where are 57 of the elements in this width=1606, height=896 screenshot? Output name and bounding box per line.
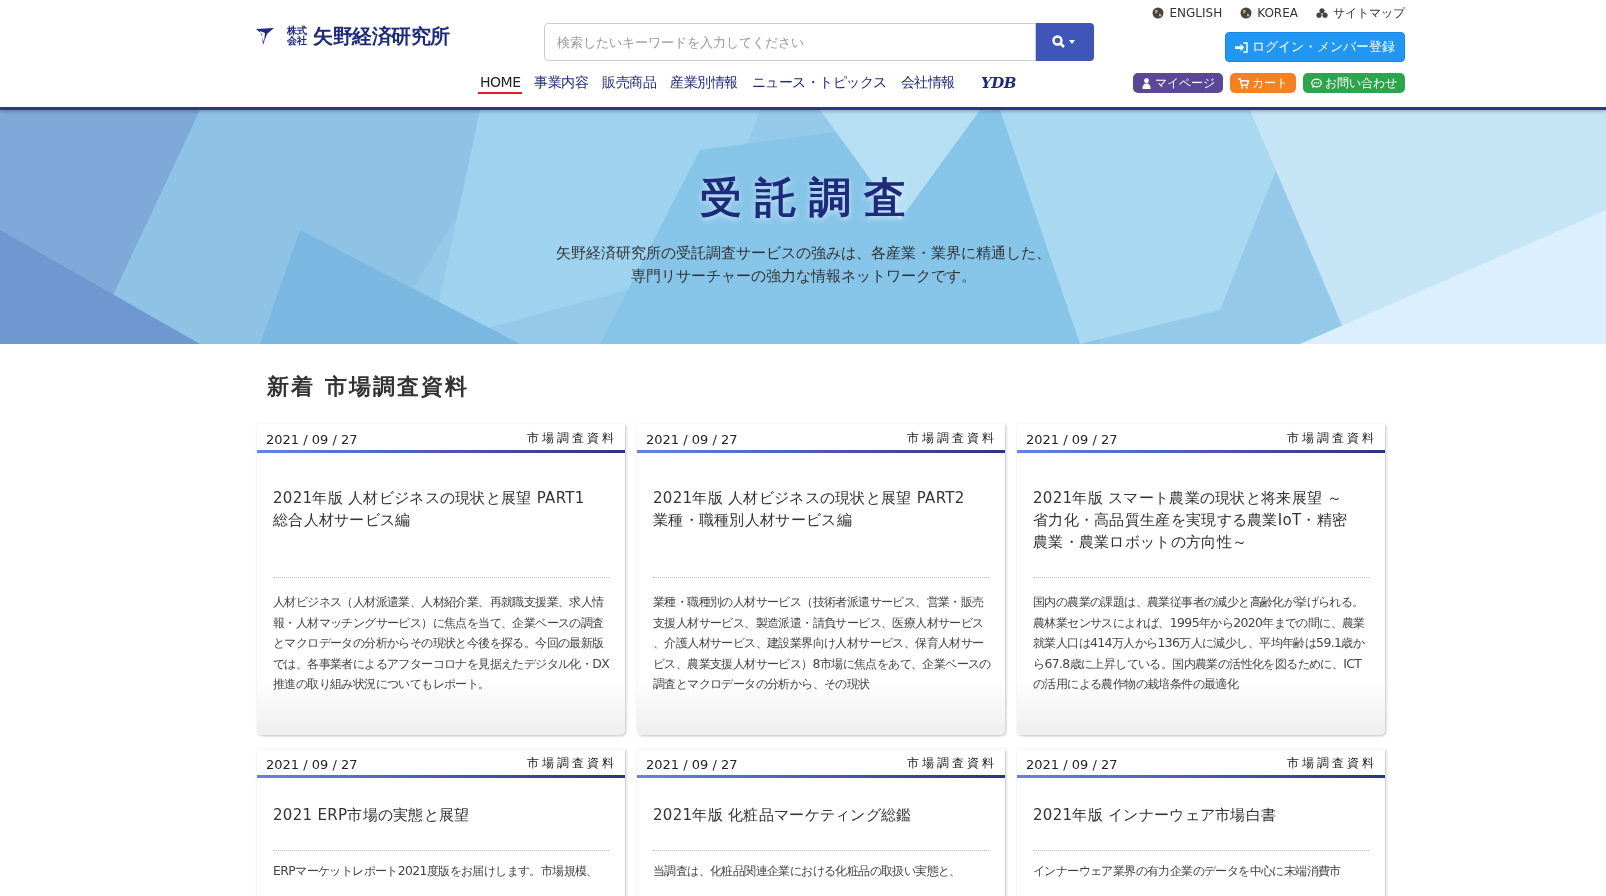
card-date: 2021 / 09 / 27 [1026, 757, 1118, 774]
card-date: 2021 / 09 / 27 [646, 432, 738, 449]
card-description: 業種・職種別の人材サービス（技術者派遣サービス、営業・販売支援人材サービス、製造派遣・請負サービス、医療人材サービス、介護人材サービス、建設業界向け人材サービス、保育人材サービス、農業支援人材サービス）8市場に焦点をあて、企業ベースの調査とマクロデータの分析から、その現状 [653, 593, 991, 693]
search-field[interactable]: 検索したいキーワードを入力してください [544, 23, 1036, 61]
report-card[interactable]: 2021 / 09 / 27 市場調査資料 2021 ERP市場の実態と展望 ERPマーケットレポート2021度版をお届けします。市場規模、 [257, 749, 625, 896]
cart-icon [1238, 77, 1249, 89]
globe-icon [1152, 7, 1165, 19]
search-icon [1052, 35, 1078, 49]
hero-description: 矢野経済研究所の受託調査サービスの強みは、各産業・業界に精通した、 専門リサーチャーの強力な情報ネットワークです。 [554, 244, 1052, 286]
card-title[interactable]: 2021年版 化粧品マーケティング総鑑 [653, 804, 989, 851]
search-button[interactable] [1036, 23, 1094, 61]
card-date: 2021 / 09 / 27 [646, 757, 738, 774]
card-description: ERPマーケットレポート2021度版をお届けします。市場規模、 [273, 862, 599, 880]
hero-title: 受託調査 [699, 172, 920, 224]
card-date: 2021 / 09 / 27 [1026, 432, 1118, 449]
sign-in-icon [1235, 41, 1248, 53]
logo-prefix: 株式会社 [287, 26, 307, 46]
nav-link[interactable]: 事業内容 [532, 72, 591, 94]
card-description: 国内の農業の課題は、農業従事者の減少と高齢化が挙げられる。農林業センサスによれば、1995年から2020年までの間に、農業就業人口は414万人から136万人に減少し、平均年齢は59.1歳から67.8歳に上昇している。国内農業の活性化を図るために、ICTの活用による農作物の栽培条件の最適化 [1033, 593, 1366, 693]
logo-name[interactable]: 矢野経済研究所 [313, 22, 450, 50]
top-link[interactable]: サイトマップ [1316, 3, 1405, 23]
card-category: 市場調査資料 [1287, 755, 1377, 772]
member-button[interactable]: マイページ [1133, 73, 1223, 93]
card-date: 2021 / 09 / 27 [266, 432, 358, 449]
report-card[interactable]: 2021 / 09 / 27 市場調査資料 2021年版 インナーウェア市場白書 インナーウェア業界の有力企業のデータを中心に末端消費市 [1017, 749, 1385, 896]
card-description: インナーウェア業界の有力企業のデータを中心に末端消費市 [1033, 862, 1342, 880]
section-title: 新着 市場調査資料 [267, 373, 470, 401]
nav-link[interactable]: YDB [979, 72, 1018, 94]
card-category: 市場調査資料 [527, 430, 617, 447]
card-title[interactable]: 2021年版 人材ビジネスの現状と展望 PART1 総合人材サービス編 [273, 487, 609, 578]
card-description: 当調査は、化粧品関連企業における化粧品の取扱い実態と、 [653, 862, 962, 880]
report-card[interactable] [1017, 424, 1385, 735]
card-description: 人材ビジネス（人材派遣業、人材紹介業、再就職支援業、求人情報・人材マッチングサービス）に焦点を当て、企業ベースの調査とマクロデータの分析からその現状と今後を探る。今回の最新版では、各事業者によるアフターコロナを見据えたデジタル化・DX推進の取り組み状況についてもレポート。 [273, 593, 611, 693]
card-title[interactable]: 2021年版 スマート農業の現状と将来展望 ～ 省力化・高品質生産を実現する農業IoT・精密 農業・農業ロボットの方向性～ [1033, 487, 1369, 578]
card-title[interactable]: 2021年版 インナーウェア市場白書 [1033, 804, 1369, 851]
report-card[interactable]: 2021 / 09 / 27 市場調査資料 2021年版 人材ビジネスの現状と展望 PART1 総合人材サービス編 人材ビジネス（人材派遣業、人材紹介業、再就職支援業、求人情報・人材マッチングサービス）に焦点を当て、企業ベースの調査とマクロデータの分析からその現状と今後を探る。今回の最新版では、各事業者によるアフターコロナを見据えたデジタル化・DX推進の取り組み状況についてもレポート。 [257, 424, 625, 735]
logo-mark-icon [255, 26, 275, 46]
card-date: 2021 / 09 / 27 [266, 757, 358, 774]
nav-link[interactable]: 産業別情報 [668, 72, 740, 94]
globe-icon [1240, 7, 1253, 19]
nav-link[interactable]: 会社情報 [899, 72, 957, 94]
chat-icon [1311, 77, 1322, 89]
card-title[interactable]: 2021年版 人材ビジネスの現状と展望 PART2 業種・職種別人材サービス編 [653, 487, 989, 578]
report-card[interactable]: 2021 / 09 / 27 市場調査資料 2021年版 化粧品マーケティング総鑑 当調査は、化粧品関連企業における化粧品の取扱い実態と、 [637, 749, 1005, 896]
user-icon [1141, 77, 1152, 89]
nav-link[interactable]: HOME [478, 72, 523, 94]
nav-link[interactable]: 販売商品 [600, 72, 659, 94]
card-category: 市場調査資料 [1287, 430, 1377, 447]
top-link[interactable]: KOREA [1240, 3, 1298, 23]
card-category: 市場調査資料 [907, 755, 997, 772]
nav-link[interactable]: ニュース・トピックス [750, 72, 889, 94]
card-category: 市場調査資料 [527, 755, 617, 772]
top-link[interactable]: ENGLISH [1152, 3, 1223, 23]
report-card[interactable]: 2021 / 09 / 27 市場調査資料 2021年版 人材ビジネスの現状と展望 PART2 業種・職種別人材サービス編 業種・職種別の人材サービス（技術者派遣サービス、営業・販売支援人材サービス、製造派遣・請負サービス、医療人材サービス、介護人材サービス、建設業界向け人材サービス、保育人材サービス、農業支援人材サービス）8市場に焦点をあて、企業ベースの調査とマクロデータの分析から、その現状 [637, 424, 1005, 735]
sitemap-icon [1316, 7, 1328, 19]
card-title[interactable]: 2021 ERP市場の実態と展望 [273, 804, 609, 851]
card-category: 市場調査資料 [907, 430, 997, 447]
